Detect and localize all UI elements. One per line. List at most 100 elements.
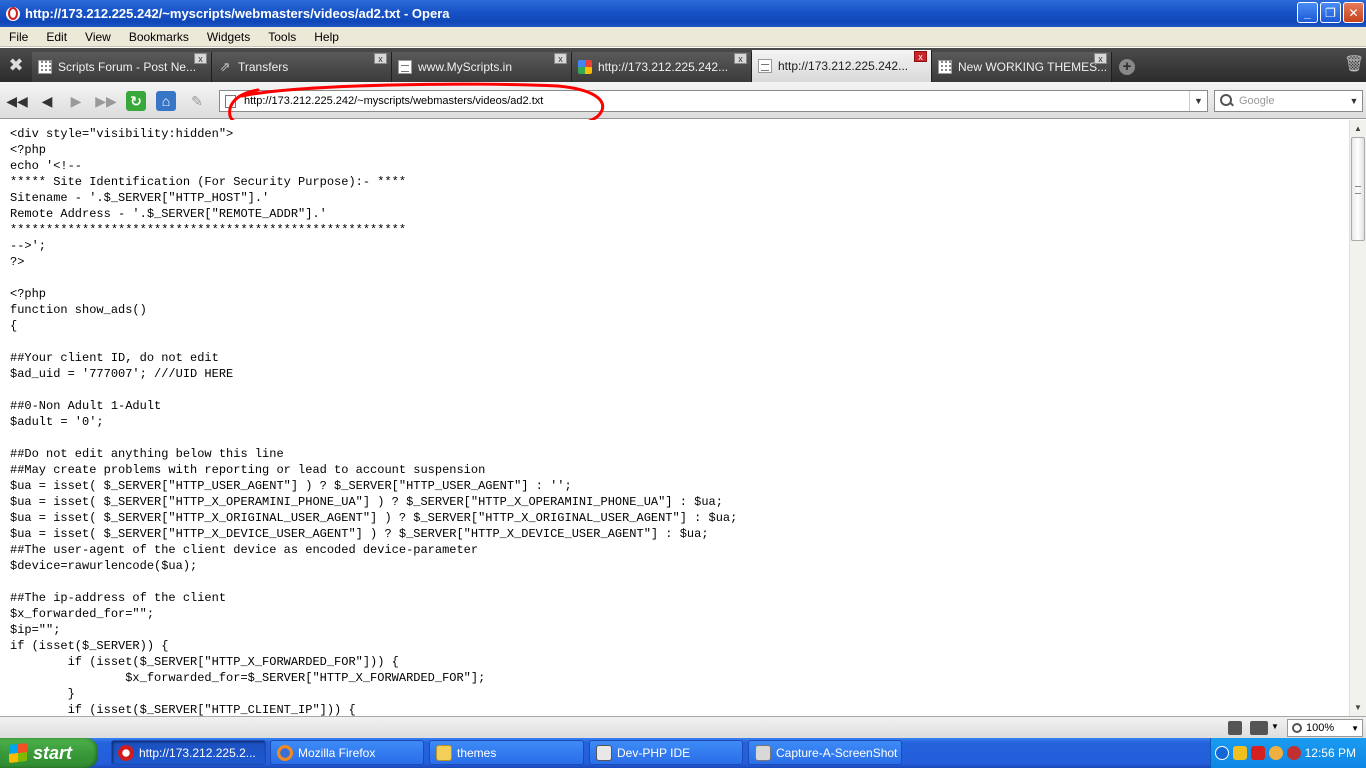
zoom-control[interactable]: 100% ▼ — [1287, 719, 1363, 737]
tab-close-icon[interactable]: x — [554, 53, 567, 64]
task-label: themes — [457, 745, 497, 760]
tab-scripts-forum[interactable]: Scripts Forum - Post Ne... x — [32, 52, 212, 82]
menu-bookmarks[interactable]: Bookmarks — [120, 30, 198, 44]
image-settings-icon[interactable] — [1250, 721, 1268, 735]
source-line: $x_forwarded_for=""; — [10, 607, 155, 621]
taskbar-capture[interactable]: Capture-A-ScreenShot — [748, 740, 902, 765]
fast-forward-icon[interactable]: ▶▶ — [95, 91, 117, 111]
tab-label: http://173.212.225.242... — [598, 60, 729, 74]
antivirus-icon[interactable] — [1287, 746, 1301, 760]
zoom-icon — [1292, 723, 1302, 733]
source-line — [10, 270, 737, 286]
tab-close-icon[interactable]: x — [374, 53, 387, 64]
task-label: Capture-A-ScreenShot — [776, 745, 898, 760]
page-content: <div style="visibility:hidden"> <?php echo… — [0, 120, 1349, 716]
search-placeholder[interactable]: Google — [1239, 95, 1274, 107]
folder-icon — [436, 744, 452, 761]
tab-close-icon[interactable]: x — [734, 53, 747, 64]
tab-transfers[interactable]: ⇗ Transfers x — [212, 52, 392, 82]
turbo-icon[interactable] — [1228, 721, 1242, 735]
search-icon[interactable] — [1220, 94, 1234, 108]
clock: 12:56 PM — [1304, 746, 1356, 760]
home-icon[interactable]: ⌂ — [156, 91, 176, 111]
address-field[interactable]: http://173.212.225.242/~myscripts/webmas… — [219, 90, 1208, 112]
zoom-dropdown-icon[interactable]: ▼ — [1351, 724, 1359, 733]
source-line: <?php — [10, 143, 47, 157]
trash-icon[interactable]: 🗑 — [1344, 54, 1364, 74]
menu-tools[interactable]: Tools — [259, 30, 305, 44]
address-dropdown-icon[interactable]: ▼ — [1189, 91, 1207, 111]
title-bar: http://173.212.225.242/~myscripts/webmas… — [0, 0, 1366, 27]
source-line — [10, 430, 737, 446]
grid-favicon-icon — [38, 60, 52, 74]
search-engine-dropdown-icon[interactable]: ▼ — [1346, 91, 1362, 111]
new-tab-button[interactable]: + — [1112, 52, 1142, 82]
source-line: $ua = isset( $_SERVER["HTTP_X_ORIGINAL_U… — [10, 511, 738, 525]
source-line: Sitename - '.$_SERVER["HTTP_HOST"].' — [10, 191, 270, 205]
tab-new-working-themes[interactable]: New WORKING THEMES... x — [932, 52, 1112, 82]
source-line: $ua = isset( $_SERVER["HTTP_X_DEVICE_USE… — [10, 527, 709, 541]
source-line: function show_ads() — [10, 303, 147, 317]
source-line: if (isset($_SERVER["HTTP_CLIENT_IP"])) { — [10, 703, 356, 716]
tab-label: Scripts Forum - Post Ne... — [58, 60, 197, 74]
forward-icon[interactable]: ▶ — [66, 91, 86, 111]
menu-view[interactable]: View — [76, 30, 120, 44]
taskbar-themes[interactable]: themes — [429, 740, 584, 765]
taskbar-opera[interactable]: http://173.212.225.2... — [111, 740, 266, 765]
vertical-scrollbar[interactable]: ▲ ▼ — [1349, 120, 1366, 716]
source-line: ##Do not edit anything below this line — [10, 447, 284, 461]
edit-pen-icon[interactable]: ✎ — [187, 91, 207, 111]
source-line: ##May create problems with reporting or … — [10, 463, 486, 477]
tab-myscripts[interactable]: www.MyScripts.in x — [392, 52, 572, 82]
scrollbar-thumb[interactable] — [1351, 137, 1365, 241]
source-line: $adult = '0'; — [10, 415, 104, 429]
taskbar: start http://173.212.225.2... Mozilla Fi… — [0, 738, 1366, 768]
source-line: ##The ip-address of the client — [10, 591, 227, 605]
source-line — [10, 334, 737, 350]
opera-icon — [118, 744, 134, 761]
firefox-icon — [277, 744, 293, 761]
source-line: $ua = isset( $_SERVER["HTTP_USER_AGENT"]… — [10, 479, 572, 493]
menu-file[interactable]: File — [0, 30, 37, 44]
start-button[interactable]: start — [0, 738, 98, 768]
security-shield-icon[interactable] — [1233, 746, 1247, 760]
close-button[interactable]: ✕ — [1343, 2, 1364, 23]
source-line: -->'; — [10, 239, 47, 253]
tab-ip-active[interactable]: http://173.212.225.242... x — [752, 50, 932, 82]
source-line: $x_forwarded_for=$_SERVER["HTTP_X_FORWAR… — [10, 671, 486, 685]
source-line: echo '<!-- — [10, 159, 83, 173]
source-line: ?> — [10, 255, 25, 269]
search-field[interactable]: Google ▼ — [1214, 90, 1363, 112]
address-url[interactable]: http://173.212.225.242/~myscripts/webmas… — [244, 95, 543, 107]
opera-logo-icon[interactable] — [6, 6, 20, 21]
tray-back-icon[interactable] — [1215, 746, 1229, 760]
source-line: ##The user-agent of the client device as… — [10, 543, 479, 557]
source-line: ****************************************… — [10, 223, 407, 237]
messenger-icon[interactable] — [1269, 746, 1283, 760]
menu-edit[interactable]: Edit — [37, 30, 76, 44]
source-line: if (isset($_SERVER)) { — [10, 639, 169, 653]
source-line: if (isset($_SERVER["HTTP_X_FORWARDED_FOR… — [10, 655, 399, 669]
network-icon[interactable] — [1251, 746, 1265, 760]
image-settings-dropdown-icon[interactable]: ▼ — [1271, 722, 1279, 731]
panel-tools-icon[interactable]: ✖ — [0, 48, 32, 82]
tab-close-icon[interactable]: x — [194, 53, 207, 64]
task-label: Dev-PHP IDE — [617, 745, 691, 760]
tab-label: http://173.212.225.242... — [778, 59, 909, 73]
taskbar-firefox[interactable]: Mozilla Firefox — [270, 740, 424, 765]
rewind-icon[interactable]: ◀◀ — [6, 91, 28, 111]
tab-ip-google[interactable]: http://173.212.225.242... x — [572, 52, 752, 82]
maximize-button[interactable]: ❐ — [1320, 2, 1341, 23]
scroll-down-icon[interactable]: ▼ — [1350, 699, 1366, 716]
tab-close-icon[interactable]: x — [1094, 53, 1107, 64]
back-icon[interactable]: ◀ — [37, 91, 57, 111]
taskbar-dev-php[interactable]: Dev-PHP IDE — [589, 740, 743, 765]
menu-help[interactable]: Help — [305, 30, 348, 44]
page-info-icon[interactable] — [225, 94, 236, 108]
scroll-up-icon[interactable]: ▲ — [1350, 120, 1366, 137]
reload-icon[interactable]: ↻ — [126, 91, 146, 111]
tab-close-icon[interactable]: x — [914, 51, 927, 62]
source-line: $ad_uid = '777007'; ///UID HERE — [10, 367, 234, 381]
menu-widgets[interactable]: Widgets — [198, 30, 259, 44]
minimize-button[interactable]: _ — [1297, 2, 1318, 23]
